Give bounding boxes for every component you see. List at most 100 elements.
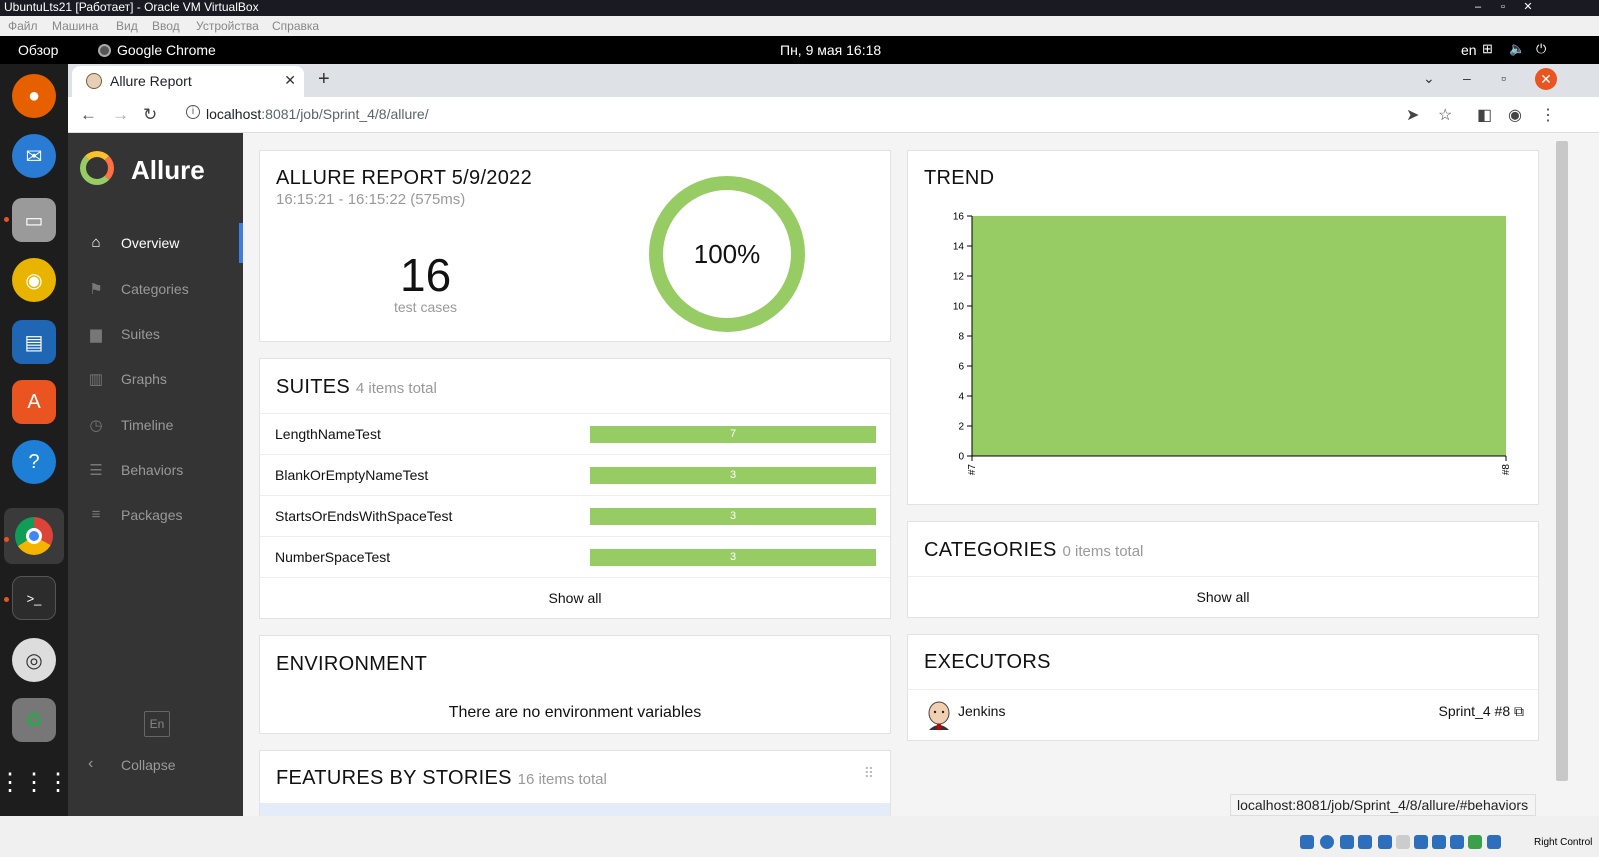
- features-total: 16 items total: [517, 771, 607, 788]
- rhythmbox-icon[interactable]: ◉: [12, 258, 56, 302]
- tab-allure-report[interactable]: Allure Report ✕: [72, 66, 304, 97]
- sidebar-item-label: Suites: [121, 326, 160, 342]
- sidebar-item-label: Packages: [121, 507, 183, 523]
- trend-widget: TREND 0 2 4 6 8 10 12 14 16 #7 #8: [907, 150, 1539, 505]
- firefox-icon[interactable]: ●: [12, 74, 56, 118]
- shared-folders-icon[interactable]: [1396, 835, 1410, 849]
- scrollbar-thumb[interactable]: [1556, 141, 1568, 781]
- home-icon: ⌂: [91, 234, 101, 251]
- app-menu[interactable]: Google Chrome: [98, 42, 216, 58]
- usb-icon[interactable]: [1378, 835, 1392, 849]
- categories-show-all-link[interactable]: Show all: [908, 576, 1538, 617]
- external-link-icon: ⧉: [1514, 703, 1524, 719]
- send-icon[interactable]: ➤: [1406, 105, 1419, 125]
- cpu-icon[interactable]: [1450, 835, 1464, 849]
- activities-button[interactable]: Обзор: [18, 42, 58, 58]
- categories-title: CATEGORIES 0 items total: [924, 539, 1144, 561]
- sidebar-item-packages[interactable]: ≡ Packages: [68, 495, 243, 535]
- minimize-icon[interactable]: –: [1468, 0, 1488, 14]
- close-window-icon[interactable]: ✕: [1535, 68, 1557, 90]
- restore-icon[interactable]: ▫: [1493, 0, 1513, 14]
- menu-input[interactable]: Ввод: [152, 19, 180, 33]
- new-tab-button[interactable]: +: [318, 68, 330, 91]
- apps-grid-icon[interactable]: ⋮⋮⋮: [0, 760, 70, 804]
- volume-icon[interactable]: 🔈: [1509, 41, 1525, 57]
- jenkins-avatar-icon: [928, 701, 950, 730]
- sidebar-item-overview[interactable]: ⌂ Overview: [68, 223, 243, 263]
- chrome-icon[interactable]: [4, 508, 64, 564]
- keyboard-capture-icon[interactable]: [1487, 835, 1501, 849]
- side-panel-icon[interactable]: ◧: [1477, 105, 1492, 125]
- report-title: ALLURE REPORT 5/9/2022: [276, 167, 532, 189]
- back-icon[interactable]: ←: [80, 105, 97, 125]
- sidebar-item-behaviors[interactable]: ☰ Behaviors: [68, 450, 243, 490]
- suites-show-all-link[interactable]: Show all: [260, 577, 890, 618]
- writer-icon[interactable]: ▤: [12, 320, 56, 364]
- environment-empty-message: There are no environment variables: [448, 704, 702, 721]
- environment-widget: ENVIRONMENT There are no environment var…: [259, 635, 891, 734]
- page-scrollbar[interactable]: [1555, 133, 1599, 816]
- sidebar-item-categories[interactable]: ⚑ Categories: [68, 269, 243, 309]
- reload-icon[interactable]: ↻: [143, 105, 157, 125]
- suite-passed-bar: 3: [590, 508, 876, 525]
- briefcase-icon: ▆: [90, 326, 102, 343]
- build-link[interactable]: Sprint_4 #8 ⧉: [1439, 703, 1525, 720]
- minimize-icon[interactable]: –: [1463, 70, 1471, 86]
- close-icon[interactable]: ✕: [1518, 0, 1538, 14]
- collapse-button[interactable]: ‹ Collapse: [68, 745, 243, 785]
- language-button[interactable]: En: [144, 711, 170, 737]
- keyboard-layout[interactable]: en: [1461, 42, 1477, 58]
- executor-row[interactable]: Jenkins Sprint_4 #8 ⧉: [908, 689, 1538, 741]
- power-icon[interactable]: ⏻: [1536, 41, 1546, 57]
- trash-icon[interactable]: ♻: [12, 698, 56, 742]
- suite-row[interactable]: BlankOrEmptyNameTest 3: [260, 454, 890, 495]
- test-case-count: 16: [400, 249, 452, 301]
- address-bar[interactable]: i localhost:8081/job/Sprint_4/8/allure/: [172, 101, 1556, 129]
- bookmark-star-icon[interactable]: ☆: [1438, 105, 1452, 125]
- suite-row[interactable]: LengthNameTest 7: [260, 413, 890, 454]
- clock[interactable]: Пн, 9 мая 16:18: [780, 42, 881, 58]
- thunderbird-icon[interactable]: ✉: [12, 134, 56, 178]
- menu-icon[interactable]: ⋮: [1540, 105, 1556, 125]
- host-key-label: Right Control: [1534, 837, 1593, 848]
- menu-devices[interactable]: Устройства: [196, 19, 259, 33]
- menu-view[interactable]: Вид: [116, 19, 138, 33]
- software-icon[interactable]: A: [12, 380, 56, 424]
- executor-name: Jenkins: [958, 703, 1006, 719]
- terminal-icon[interactable]: >_: [12, 576, 56, 620]
- guest-additions-icon[interactable]: [1468, 835, 1482, 849]
- trend-y-tick-label: 16: [953, 212, 965, 223]
- trend-chart[interactable]: 0 2 4 6 8 10 12 14 16 #7 #8: [908, 201, 1538, 501]
- close-tab-icon[interactable]: ✕: [284, 72, 296, 89]
- site-info-icon[interactable]: i: [186, 105, 200, 119]
- menu-file[interactable]: Файл: [8, 19, 38, 33]
- help-icon[interactable]: ?: [12, 440, 56, 484]
- sidebar-item-timeline[interactable]: ◷ Timeline: [68, 405, 243, 445]
- sidebar-item-label: Overview: [121, 235, 180, 251]
- allure-sidebar: Allure ⌂ Overview ⚑ Categories ▆ Suites …: [68, 133, 243, 816]
- tab-search-icon[interactable]: ⌄: [1423, 70, 1435, 87]
- pass-rate-donut[interactable]: 100%: [648, 175, 806, 333]
- align-left-icon: ≡: [91, 506, 101, 523]
- drag-handle-icon[interactable]: ⠿: [864, 765, 874, 782]
- menu-machine[interactable]: Машина: [52, 19, 98, 33]
- recording-icon[interactable]: [1432, 835, 1446, 849]
- allure-logo-icon: [80, 151, 114, 185]
- optical-drive-icon[interactable]: [1320, 835, 1334, 849]
- audio-icon[interactable]: [1340, 835, 1354, 849]
- sidebar-item-graphs[interactable]: ▥ Graphs: [68, 359, 243, 399]
- network-icon[interactable]: ⊞: [1482, 41, 1493, 57]
- files-icon[interactable]: ▭: [12, 198, 56, 242]
- dvd-icon[interactable]: ◎: [12, 638, 56, 682]
- forward-icon[interactable]: →: [112, 105, 129, 125]
- display-icon[interactable]: [1414, 835, 1428, 849]
- hdd-icon[interactable]: [1300, 835, 1314, 849]
- maximize-icon[interactable]: ▫: [1501, 70, 1506, 86]
- sidebar-item-suites[interactable]: ▆ Suites: [68, 314, 243, 354]
- suite-row[interactable]: NumberSpaceTest 3: [260, 536, 890, 577]
- network-adapter-icon[interactable]: [1358, 835, 1372, 849]
- bar-chart-icon: ▥: [88, 371, 104, 388]
- suite-row[interactable]: StartsOrEndsWithSpaceTest 3: [260, 495, 890, 536]
- profile-icon[interactable]: ◉: [1508, 105, 1522, 125]
- menu-help[interactable]: Справка: [272, 19, 319, 33]
